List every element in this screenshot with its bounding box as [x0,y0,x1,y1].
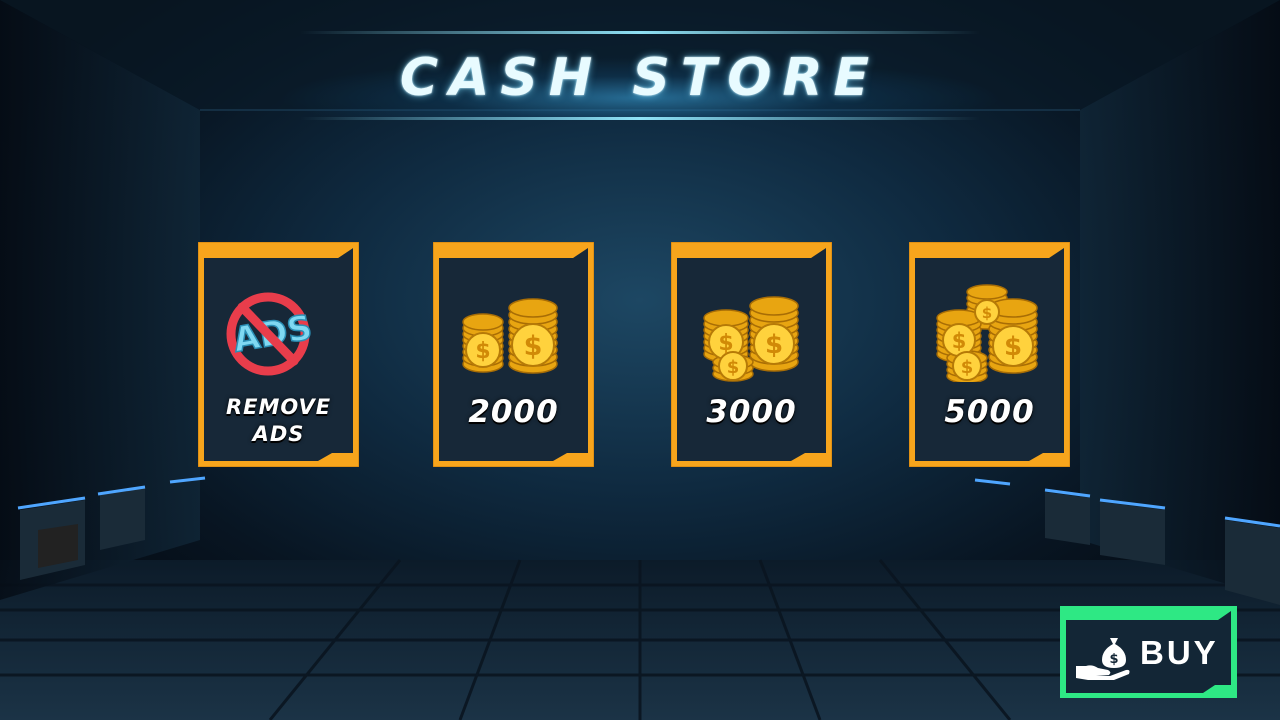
item-amount: 2000 [468,394,559,430]
store-item-2000-coins[interactable]: $ $ 2000 [433,242,594,467]
store-item-3000-coins[interactable]: $ $ $ 3000 [671,242,832,467]
coin-stack-large-icon: $ $ $ $ [936,284,1038,382]
cash-store-screen: CASH STORE ADS REMOVE ADS [0,0,1280,720]
svg-text:$: $ [982,304,992,322]
buy-button[interactable]: $ BUY [1060,606,1237,698]
title-line-bottom [300,117,980,120]
svg-text:$: $ [475,339,490,364]
item-label-line-1: REMOVE [225,395,332,419]
title-banner: CASH STORE [280,28,1000,128]
item-label: REMOVE ADS [198,394,359,448]
store-item-remove-ads[interactable]: ADS REMOVE ADS [198,242,359,467]
svg-text:$: $ [1109,652,1118,667]
coin-stack-small-icon: $ $ [462,298,558,374]
svg-text:$: $ [952,329,967,353]
item-amount: 3000 [706,394,797,430]
svg-text:$: $ [1004,332,1022,362]
coin-stack-medium-icon: $ $$ [703,296,799,382]
title-line-top [300,31,980,34]
svg-text:$: $ [524,331,543,362]
money-bag-hand-icon: $ [1076,638,1130,680]
no-ads-icon: ADS [226,292,316,376]
item-amount: 5000 [944,394,1035,430]
svg-text:$: $ [765,330,783,360]
page-title: CASH STORE [399,48,881,108]
buy-button-label: BUY [1140,634,1219,671]
svg-text:$: $ [727,357,740,378]
svg-text:$: $ [961,357,974,378]
item-label-line-2: ADS [252,422,305,446]
svg-text:$: $ [718,331,733,356]
store-item-5000-coins[interactable]: $ $ $ $ 5000 [909,242,1070,467]
